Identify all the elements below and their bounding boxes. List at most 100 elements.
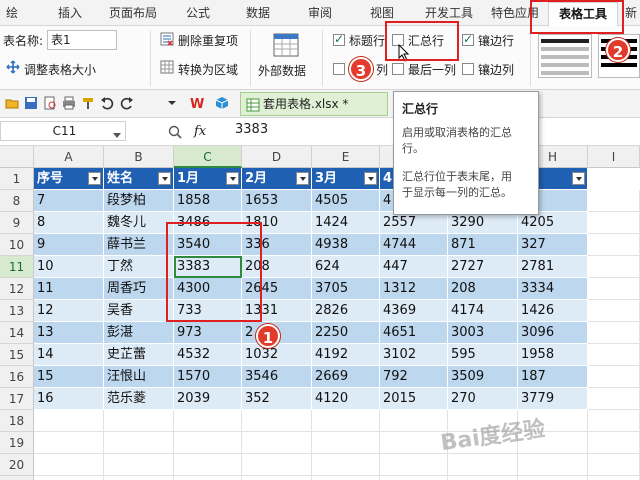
convert-to-range-button[interactable]: 转换为区域 — [178, 61, 238, 78]
table-cell[interactable]: 4120 — [312, 388, 380, 410]
table-cell[interactable]: 2826 — [312, 300, 380, 322]
empty-cell[interactable] — [174, 432, 242, 454]
table-cell[interactable]: 1032 — [242, 344, 312, 366]
resize-table-button[interactable]: 调整表格大小 — [24, 61, 96, 78]
table-cell[interactable]: 3705 — [312, 278, 380, 300]
table-cell[interactable]: 彭湛 — [104, 322, 174, 344]
table-cell[interactable]: 16 — [34, 388, 104, 410]
table-cell[interactable]: 2727 — [448, 256, 518, 278]
table-cell[interactable]: 4369 — [380, 300, 448, 322]
empty-cell[interactable] — [242, 410, 312, 432]
empty-cell[interactable] — [174, 476, 242, 480]
empty-cell[interactable] — [312, 476, 380, 480]
table-cell[interactable]: 1570 — [174, 366, 242, 388]
table-cell[interactable]: 13 — [34, 322, 104, 344]
table-cell[interactable]: 973 — [174, 322, 242, 344]
row-header[interactable]: 12 — [0, 278, 34, 300]
empty-cell[interactable] — [588, 476, 640, 480]
table-cell[interactable]: 4651 — [380, 322, 448, 344]
table-cell[interactable]: 270 — [448, 388, 518, 410]
table-cell[interactable]: 8 — [34, 212, 104, 234]
table-cell[interactable]: 4174 — [448, 300, 518, 322]
tab-formulas[interactable]: 公式 — [178, 4, 218, 24]
table-cell[interactable]: 1858 — [174, 190, 242, 212]
filter-dropdown-icon[interactable] — [572, 172, 585, 185]
tab-partial-right[interactable]: 新 — [622, 4, 640, 24]
row-header[interactable]: 18 — [0, 410, 34, 432]
table-cell[interactable]: 3334 — [518, 278, 588, 300]
empty-cell[interactable] — [174, 410, 242, 432]
empty-cell[interactable] — [588, 234, 640, 256]
table-cell[interactable]: 段梦柏 — [104, 190, 174, 212]
tab-insert[interactable]: 插入 — [50, 4, 90, 24]
banded-rows-checkbox[interactable] — [462, 32, 474, 46]
empty-cell[interactable] — [588, 212, 640, 234]
row-header[interactable]: 15 — [0, 344, 34, 366]
table-cell[interactable]: 9 — [34, 234, 104, 256]
row-header[interactable]: 21 — [0, 476, 34, 480]
table-cell[interactable]: 2039 — [174, 388, 242, 410]
table-cell[interactable]: 范乐菱 — [104, 388, 174, 410]
empty-cell[interactable] — [312, 454, 380, 476]
filter-dropdown-icon[interactable] — [158, 172, 171, 185]
column-header-b[interactable]: B — [104, 146, 174, 168]
empty-cell[interactable] — [518, 476, 588, 480]
banded-columns-checkbox[interactable] — [462, 63, 474, 75]
filter-dropdown-icon[interactable] — [226, 172, 239, 185]
table-cell[interactable]: 周香巧 — [104, 278, 174, 300]
row-header[interactable]: 19 — [0, 432, 34, 454]
document-tab[interactable]: 套用表格.xlsx * — [240, 92, 388, 116]
table-cell[interactable]: 丁然 — [104, 256, 174, 278]
table-cell[interactable]: 3779 — [518, 388, 588, 410]
empty-cell[interactable] — [34, 410, 104, 432]
row-header[interactable]: 10 — [0, 234, 34, 256]
row-header[interactable]: 17 — [0, 388, 34, 410]
table-cell[interactable]: 3003 — [448, 322, 518, 344]
table-cell[interactable]: 汪恨山 — [104, 366, 174, 388]
table-cell[interactable]: 3290 — [448, 212, 518, 234]
empty-cell[interactable] — [588, 190, 640, 212]
table-cell[interactable]: 10 — [34, 256, 104, 278]
table-cell[interactable]: 1426 — [518, 300, 588, 322]
table-header-cell[interactable]: 2月 — [242, 168, 312, 190]
table-cell[interactable]: 1653 — [242, 190, 312, 212]
table-cell[interactable]: 595 — [448, 344, 518, 366]
column-header-a[interactable]: A — [34, 146, 104, 168]
row-header[interactable]: 9 — [0, 212, 34, 234]
table-cell[interactable]: 4192 — [312, 344, 380, 366]
table-cell[interactable]: 792 — [380, 366, 448, 388]
empty-cell[interactable] — [448, 476, 518, 480]
table-cell[interactable]: 魏冬儿 — [104, 212, 174, 234]
column-header-e[interactable]: E — [312, 146, 380, 168]
empty-cell[interactable] — [588, 278, 640, 300]
table-cell[interactable]: 208 — [448, 278, 518, 300]
name-box[interactable]: C11 — [0, 121, 126, 141]
table-style-thumb-1[interactable] — [538, 34, 592, 78]
table-cell[interactable]: 3102 — [380, 344, 448, 366]
zoom-search-icon[interactable] — [168, 125, 182, 139]
column-header-i[interactable]: I — [588, 146, 640, 168]
table-cell[interactable]: 4205 — [518, 212, 588, 234]
first-column-checkbox[interactable] — [333, 63, 345, 75]
empty-cell[interactable] — [588, 322, 640, 344]
empty-cell[interactable] — [242, 432, 312, 454]
table-cell[interactable]: 624 — [312, 256, 380, 278]
column-header-d[interactable]: D — [242, 146, 312, 168]
tab-review[interactable]: 审阅 — [300, 4, 340, 24]
row-header[interactable]: 11 — [0, 256, 34, 278]
table-header-cell[interactable]: 序号 — [34, 168, 104, 190]
empty-cell[interactable] — [588, 344, 640, 366]
empty-cell[interactable] — [380, 476, 448, 480]
table-header-cell[interactable]: 姓名 — [104, 168, 174, 190]
table-cell[interactable]: 1958 — [518, 344, 588, 366]
chevron-down-icon[interactable] — [165, 96, 179, 110]
row-header[interactable]: 8 — [0, 190, 34, 212]
open-folder-icon[interactable] — [5, 96, 19, 110]
empty-cell[interactable] — [104, 476, 174, 480]
empty-cell[interactable] — [312, 432, 380, 454]
empty-cell[interactable] — [588, 300, 640, 322]
empty-cell[interactable] — [588, 410, 640, 432]
filter-dropdown-icon[interactable] — [296, 172, 309, 185]
table-header-cell[interactable]: 3月 — [312, 168, 380, 190]
redo-icon[interactable] — [120, 96, 134, 110]
